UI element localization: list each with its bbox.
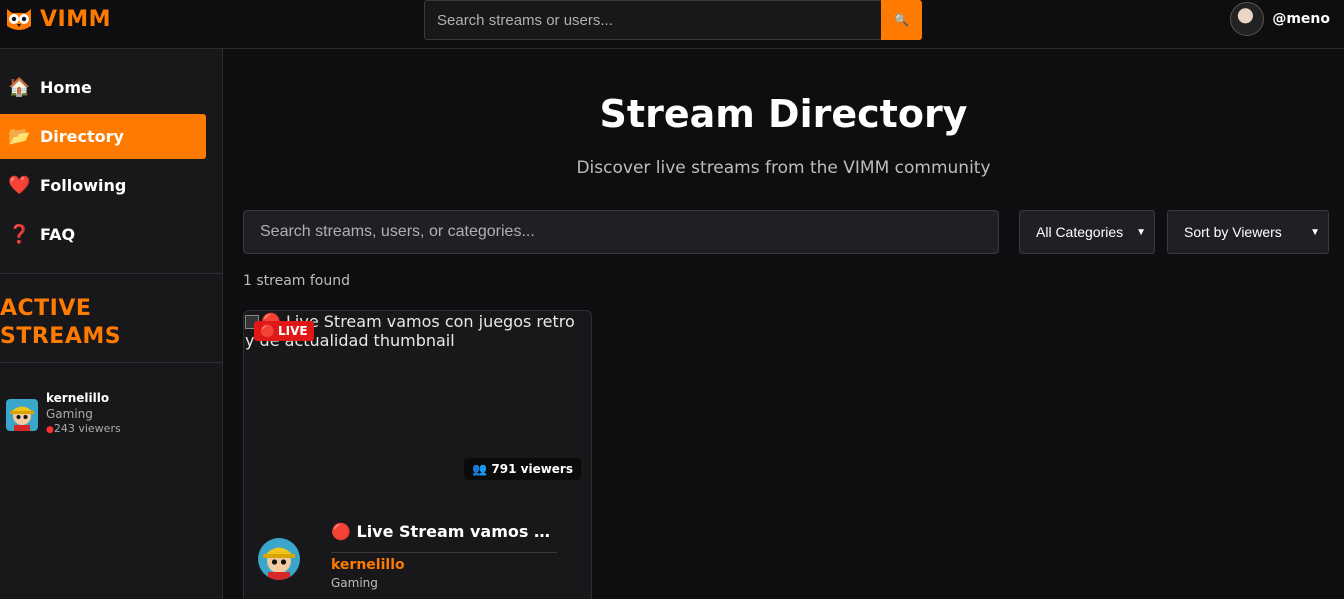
- stream-category[interactable]: Gaming: [331, 576, 378, 590]
- folder-icon: 📂: [8, 126, 31, 147]
- category-select-value: All Categories: [1036, 224, 1124, 240]
- stream-card[interactable]: 🔴 Live Stream vamos con juegos retro y d…: [243, 310, 592, 599]
- user-avatar: [1230, 2, 1265, 36]
- question-icon: ❓: [8, 224, 31, 245]
- live-dot-icon: 🔴: [260, 324, 275, 338]
- result-count: 1 stream found: [243, 273, 350, 289]
- users-icon: 👥: [472, 462, 488, 476]
- card-divider: [331, 552, 557, 553]
- header-search-button[interactable]: 🔍: [881, 0, 922, 40]
- brand-name: VIMM: [40, 6, 111, 32]
- username: @meno: [1272, 11, 1330, 27]
- viewer-count-badge: 👥 791 viewers: [464, 458, 581, 480]
- category-select[interactable]: All Categories ▼: [1019, 210, 1155, 254]
- directory-search-input[interactable]: [243, 210, 999, 254]
- page-title: Stream Directory: [599, 92, 968, 136]
- active-stream-name: kernelillo: [46, 391, 110, 405]
- sidebar-item-faq[interactable]: ❓ FAQ: [0, 212, 206, 257]
- streamer-avatar: [6, 399, 38, 431]
- sidebar-item-label: Home: [40, 78, 92, 97]
- top-header: VIMM 🔍 @meno: [0, 0, 1344, 49]
- stream-thumbnail[interactable]: 🔴 Live Stream vamos con juegos retro y d…: [244, 311, 591, 496]
- owl-logo-icon: [7, 9, 31, 30]
- sort-select-value: Sort by Viewers: [1184, 224, 1282, 240]
- sidebar-item-following[interactable]: ❤️ Following: [0, 163, 206, 208]
- header-search: 🔍: [424, 0, 922, 40]
- chevron-down-icon: ▼: [1136, 226, 1146, 238]
- stream-title[interactable]: 🔴 Live Stream vamos con juegos retro y d…: [331, 522, 557, 541]
- sidebar-item-directory[interactable]: 📂 Directory: [0, 114, 206, 159]
- user-menu[interactable]: @meno: [1230, 2, 1330, 36]
- live-badge: 🔴 LIVE: [254, 321, 314, 341]
- sidebar-item-home[interactable]: 🏠 Home: [0, 65, 206, 110]
- sidebar-item-label: Directory: [40, 127, 124, 146]
- sidebar-item-label: FAQ: [40, 225, 76, 244]
- active-streams-title: ACTIVE STREAMS: [0, 296, 122, 349]
- sidebar-divider: [0, 362, 222, 363]
- stream-username[interactable]: kernelillo: [331, 557, 405, 573]
- sort-select[interactable]: Sort by Viewers ▼: [1167, 210, 1329, 254]
- active-stream-info: kernelillo Gaming ●243 viewers: [46, 391, 121, 435]
- active-stream-category: Gaming: [46, 407, 93, 421]
- active-stream-viewers: ●243 viewers: [46, 422, 121, 435]
- search-icon: 🔍: [894, 13, 909, 27]
- live-dot-icon: ●: [46, 425, 54, 435]
- sidebar-divider: [0, 273, 222, 274]
- heart-icon: ❤️: [8, 175, 31, 196]
- sidebar-item-label: Following: [40, 176, 127, 195]
- brand-logo[interactable]: VIMM: [4, 6, 111, 32]
- page-subtitle: Discover live streams from the VIMM comm…: [576, 158, 991, 178]
- header-search-input[interactable]: [424, 0, 881, 40]
- active-stream-item[interactable]: kernelillo Gaming ●243 viewers: [6, 391, 121, 435]
- streamer-avatar[interactable]: [258, 538, 300, 580]
- chevron-down-icon: ▼: [1310, 226, 1320, 238]
- home-icon: 🏠: [8, 77, 31, 98]
- sidebar: 🏠 Home 📂 Directory ❤️ Following ❓ FAQ AC…: [0, 49, 223, 599]
